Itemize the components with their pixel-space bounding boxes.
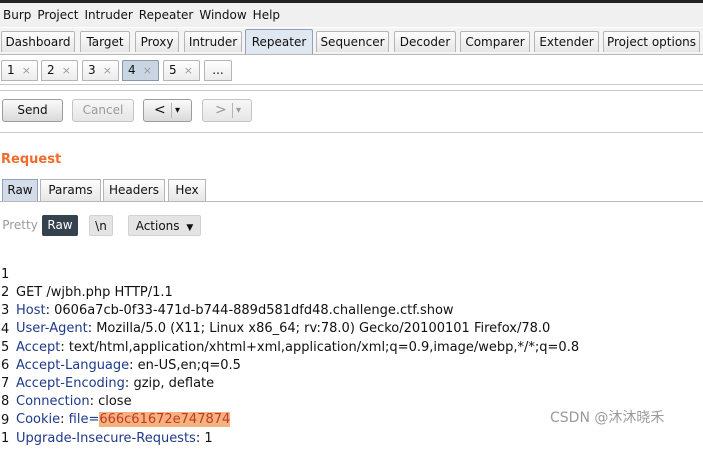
editor-line: 3 User-Agent: Mozilla/5.0 (X11; Linux x8…	[1, 303, 551, 337]
repeater-tab-5[interactable]: 5 ×	[163, 60, 200, 81]
close-icon[interactable]: ×	[62, 61, 71, 80]
main-tab-bar: Dashboard Target Proxy Intruder Repeater…	[0, 28, 703, 55]
tab-headers[interactable]: Headers	[103, 179, 165, 201]
menu-burp[interactable]: Burp	[0, 3, 34, 27]
cancel-button[interactable]: Cancel	[72, 99, 134, 122]
close-icon[interactable]: ×	[103, 61, 112, 80]
chevron-right-icon: >	[215, 102, 227, 118]
send-button[interactable]: Send	[2, 99, 63, 122]
menu-repeater[interactable]: Repeater	[136, 3, 197, 27]
repeater-tab-1[interactable]: 1 ×	[1, 60, 38, 81]
repeater-tab-label: 4	[128, 63, 136, 77]
chevron-down-icon[interactable]: ▾	[175, 100, 180, 121]
menu-window[interactable]: Window	[196, 3, 249, 27]
tab-comparer[interactable]: Comparer	[460, 31, 530, 52]
close-icon[interactable]: ×	[184, 61, 193, 80]
tab-target[interactable]: Target	[80, 31, 130, 52]
chevron-down-icon: ▼	[186, 223, 194, 233]
forward-button[interactable]: > ▾	[202, 99, 252, 122]
request-editor[interactable]: 1 GET /wjbh.php HTTP/1.1 2 Host: 0606a7c…	[0, 248, 703, 446]
tab-params[interactable]: Params	[40, 179, 101, 201]
editor-line: 6 Accept-Encoding: gzip, deflate	[1, 357, 215, 391]
watermark: CSDN @沐沐晓禾	[550, 410, 665, 426]
actions-dropdown[interactable]: Actions ▼	[128, 215, 201, 236]
tab-decoder[interactable]: Decoder	[394, 31, 456, 52]
menu-intruder[interactable]: Intruder	[81, 3, 135, 27]
editor-line: 2 Host: 0606a7cb-0f33-471d-b744-889d581d…	[1, 285, 454, 319]
toolbar-divider-top	[0, 90, 703, 91]
chevron-left-icon: <	[154, 102, 166, 118]
editor-line: 4 Accept: text/html,application/xhtml+xm…	[1, 321, 580, 355]
request-panel-title: Request	[1, 152, 62, 167]
menu-project[interactable]: Project	[34, 3, 81, 27]
repeater-tab-2[interactable]: 2 ×	[41, 60, 78, 81]
tab-proxy[interactable]: Proxy	[135, 31, 179, 52]
chevron-down-icon[interactable]: ▾	[236, 100, 241, 121]
repeater-tab-bar: 1 × 2 × 3 × 4 × 5 × ...	[0, 58, 703, 85]
line-number: 10	[1, 430, 9, 446]
editor-line: 5 Accept-Language: en-US,en;q=0.5	[1, 339, 241, 373]
tab-intruder[interactable]: Intruder	[184, 31, 242, 52]
editor-line: 7 Connection: close	[1, 376, 132, 410]
editor-line: 8 Cookie: file=666c61672e747874	[1, 394, 231, 428]
repeater-tab-label: 5	[169, 63, 177, 77]
header-name: Upgrade-Insecure-Requests	[16, 430, 196, 446]
repeater-tab-3[interactable]: 3 ×	[82, 60, 119, 81]
repeater-tab-label: 2	[47, 63, 55, 77]
menu-help[interactable]: Help	[250, 3, 283, 27]
menu-bar: Burp Project Intruder Repeater Window He…	[0, 3, 703, 27]
close-icon[interactable]: ×	[22, 61, 31, 80]
tab-raw[interactable]: Raw	[2, 179, 38, 201]
toolbar-divider-bottom	[0, 132, 703, 133]
tab-repeater[interactable]: Repeater	[245, 29, 313, 54]
newline-toggle[interactable]: \n	[89, 215, 113, 236]
repeater-tab-label: 3	[88, 63, 96, 77]
button-split	[232, 103, 233, 118]
tab-extender[interactable]: Extender	[534, 31, 599, 52]
pretty-toggle[interactable]: Pretty	[0, 215, 40, 236]
raw-toggle[interactable]: Raw	[42, 215, 78, 236]
new-repeater-tab[interactable]: ...	[204, 60, 232, 81]
tab-hex[interactable]: Hex	[168, 179, 206, 201]
repeater-tab-label: 1	[7, 63, 15, 77]
request-tab-bar: Raw Params Headers Hex	[0, 178, 703, 202]
tab-project-options[interactable]: Project options	[603, 31, 700, 52]
tab-dashboard[interactable]: Dashboard	[1, 31, 75, 52]
back-button[interactable]: < ▾	[143, 99, 192, 122]
repeater-tab-4[interactable]: 4 ×	[122, 60, 159, 81]
tab-sequencer[interactable]: Sequencer	[316, 31, 389, 52]
button-split	[171, 103, 172, 118]
close-icon[interactable]: ×	[143, 61, 152, 80]
header-value: 1	[204, 430, 213, 446]
actions-label: Actions	[135, 219, 180, 233]
editor-line: 1 GET /wjbh.php HTTP/1.1	[0, 248, 703, 300]
